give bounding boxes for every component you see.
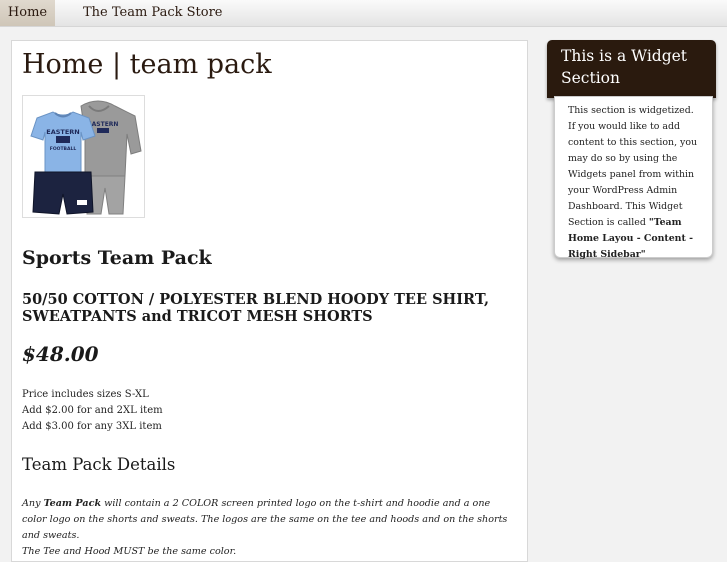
nav-store-link[interactable]: The Team Pack Store: [83, 0, 223, 26]
tee-logo: EASTERN: [46, 128, 79, 136]
details-text-part: Any: [22, 498, 44, 509]
price-note: Add $2.00 for and 2XL item: [22, 405, 163, 416]
main-content: Home | team pack EASTERN EASTERN FOOTBAL…: [11, 40, 528, 562]
widget-text-part: This section is widgetized. If you would…: [568, 105, 698, 228]
details-team-pack-bold: Team Pack: [43, 498, 102, 509]
widget-text: This section is widgetized. If you would…: [568, 103, 702, 263]
product-image[interactable]: EASTERN EASTERN FOOTBALL: [22, 95, 145, 218]
svg-text:FOOTBALL: FOOTBALL: [50, 146, 77, 152]
product-name: Sports Team Pack: [22, 247, 212, 269]
page-title: Home | team pack: [22, 49, 272, 80]
product-description: 50/50 COTTON / POLYESTER BLEND HOODY TEE…: [22, 291, 490, 325]
widget-header: This is a Widget Section: [547, 40, 716, 98]
price-note: Price includes sizes S-XL: [22, 389, 149, 400]
top-navigation: Home The Team Pack Store: [0, 0, 727, 27]
price-notes: Price includes sizes S-XL Add $2.00 for …: [22, 387, 163, 435]
details-text-line: The Tee and Hood MUST be the same color.: [22, 546, 237, 557]
product-price: $48.00: [22, 342, 99, 366]
nav-home-link[interactable]: Home: [0, 0, 55, 26]
team-pack-apparel-image: EASTERN EASTERN FOOTBALL: [30, 100, 142, 215]
widget-title: This is a Widget Section: [561, 47, 688, 87]
details-text: Any Team Pack will contain a 2 COLOR scr…: [22, 496, 517, 560]
widget-body: This section is widgetized. If you would…: [554, 96, 713, 260]
details-heading: Team Pack Details: [22, 455, 176, 474]
price-note: Add $3.00 for any 3XL item: [22, 421, 162, 432]
